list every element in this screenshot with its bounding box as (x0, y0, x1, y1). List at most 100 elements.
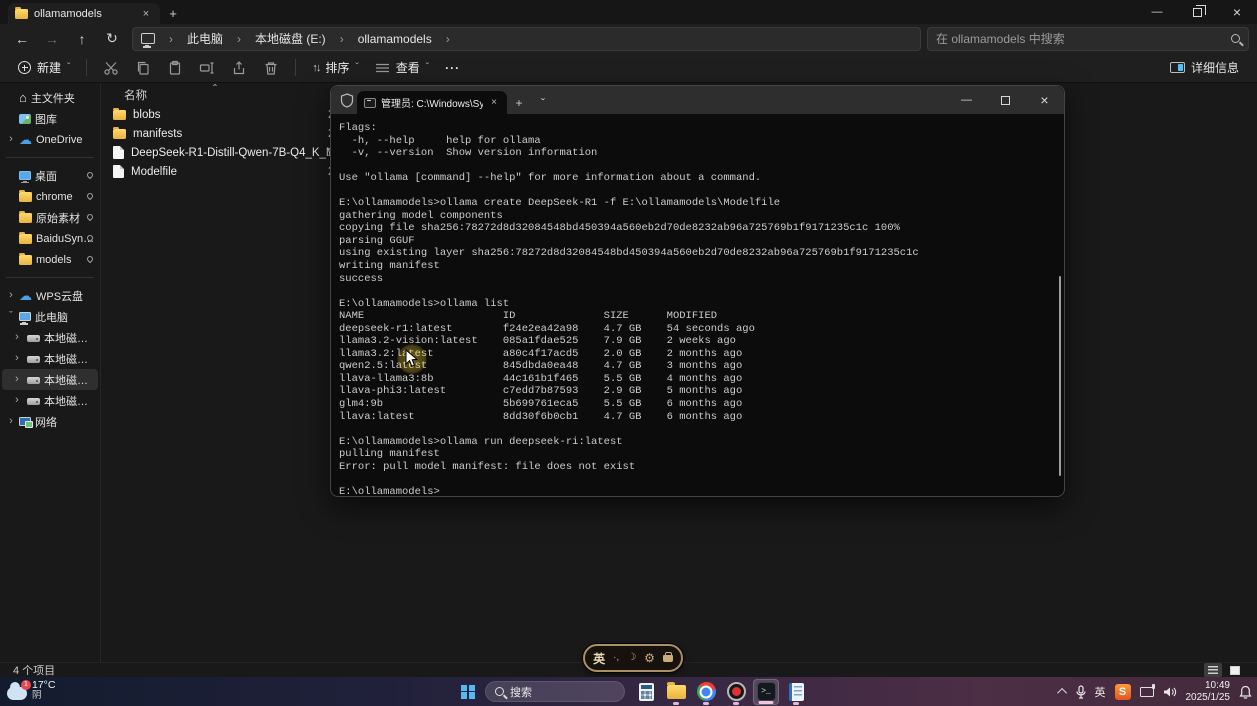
cut-button[interactable] (97, 56, 125, 80)
sort-button[interactable]: ↑↓ 排序 ˇ (304, 55, 366, 80)
view-button[interactable]: 查看 ˇ (367, 55, 437, 80)
chevron-right-icon[interactable]: › (11, 352, 23, 364)
item-count: 4 个项目 (13, 662, 55, 678)
pin-icon (86, 171, 94, 179)
forward-button[interactable]: → (38, 27, 66, 51)
search-icon (1231, 34, 1240, 43)
sidebar-item-wps-cloud[interactable]: › ☁ WPS云盘 (2, 285, 98, 306)
terminal-new-tab-button[interactable]: + (507, 91, 531, 114)
more-options-button[interactable]: ··· (437, 57, 468, 79)
chevron-right-icon[interactable]: › (11, 394, 23, 406)
explorer-close-button[interactable]: × (1217, 0, 1257, 24)
ime-language-indicator[interactable]: 英 (1095, 684, 1106, 700)
terminal-scrollbar[interactable] (1059, 276, 1061, 476)
thumbnail-view-button[interactable] (1226, 663, 1244, 677)
chevron-right-icon[interactable]: › (5, 289, 17, 301)
terminal-minimize-button[interactable]: — (947, 86, 986, 114)
tab-close-icon[interactable]: × (139, 8, 153, 20)
weather-widget[interactable]: 1 17°C 阴 (7, 679, 55, 702)
terminal-tab-dropdown-button[interactable]: ˇ (531, 91, 555, 114)
screen: { "colors": { "folder_accent": "#ecb53e"… (0, 0, 1257, 706)
explorer-search-box[interactable] (927, 27, 1249, 51)
sidebar-item-network[interactable]: › 网络 (2, 411, 98, 432)
tray-date: 2025/1/25 (1186, 692, 1231, 703)
taskbar-notepad-button[interactable] (783, 679, 809, 705)
chevron-down-icon[interactable]: ˇ (5, 310, 17, 322)
share-button[interactable] (225, 56, 253, 80)
terminal-maximize-button[interactable] (986, 86, 1025, 114)
copy-button[interactable] (129, 56, 157, 80)
terminal-title-bar[interactable]: 管理员: C:\Windows\System32 × + ˇ — × (331, 86, 1064, 114)
chevron-right-icon[interactable]: › (5, 415, 17, 427)
breadcrumb-this-pc[interactable]: 此电脑 (183, 29, 227, 48)
ime-settings-gear-icon[interactable]: ⚙ (644, 652, 655, 664)
terminal-tab-close-icon[interactable]: × (488, 97, 500, 108)
start-button[interactable] (455, 679, 481, 705)
file-name: blobs (133, 109, 161, 121)
explorer-minimize-button[interactable]: — (1137, 0, 1177, 24)
clock[interactable]: 10:49 2025/1/25 (1186, 680, 1231, 704)
taskbar-search-box[interactable]: 搜索 (485, 681, 625, 702)
sogou-ime-icon[interactable]: S (1115, 684, 1131, 700)
folder-icon (19, 192, 32, 202)
sidebar-item-onedrive[interactable]: › ☁ OneDrive (2, 129, 98, 150)
chevron-right-icon[interactable]: › (11, 373, 23, 385)
breadcrumb[interactable]: › 此电脑 › 本地磁盘 (E:) › ollamamodels › (132, 27, 921, 51)
cast-display-icon[interactable] (1140, 687, 1154, 697)
terminal-tab[interactable]: 管理员: C:\Windows\System32 × (357, 91, 507, 114)
breadcrumb-ollamamodels[interactable]: ollamamodels (354, 31, 436, 47)
sidebar-item-gallery[interactable]: 图库 (2, 108, 98, 129)
system-tray: 英 S 10:49 2025/1/25 (1060, 677, 1253, 706)
details-view-button[interactable] (1204, 663, 1222, 677)
terminal-output[interactable]: Flags: -h, --help help for ollama -v, --… (331, 114, 1064, 496)
new-button[interactable]: 新建 ˇ (10, 55, 78, 80)
explorer-tab-bar: ollamamodels × + — × (0, 0, 1257, 24)
hidden-icons-chevron-icon[interactable] (1057, 688, 1067, 698)
sidebar-item-yuanshisucai[interactable]: 原始素材 (2, 207, 98, 228)
explorer-search-input[interactable] (936, 32, 1231, 46)
ime-mode-english[interactable]: 英 (593, 650, 605, 667)
sidebar-item-desktop[interactable]: 桌面 (2, 165, 98, 186)
back-button[interactable]: ← (8, 27, 36, 51)
explorer-restore-button[interactable] (1177, 0, 1217, 24)
toolbar-separator (295, 59, 296, 76)
explorer-tab[interactable]: ollamamodels × (8, 3, 160, 24)
sidebar-item-drive-e[interactable]: › 本地磁盘 (E:) (2, 369, 98, 390)
chevron-right-icon[interactable]: › (5, 133, 17, 145)
speaker-icon[interactable] (1163, 686, 1177, 698)
taskbar-file-explorer-button[interactable] (663, 679, 689, 705)
sidebar-item-home[interactable]: ⌂ 主文件夹 (2, 87, 98, 108)
sidebar-item-drive-f[interactable]: › 本地磁盘 (F:) (2, 390, 98, 411)
breadcrumb-drive-e[interactable]: 本地磁盘 (E:) (251, 29, 330, 48)
ime-moon-icon[interactable]: ☽ (627, 653, 636, 663)
terminal-close-button[interactable]: × (1025, 86, 1064, 114)
ime-punctuation-icon[interactable]: ·, (613, 653, 619, 663)
screen-recorder-icon (727, 682, 746, 701)
sidebar-item-this-pc[interactable]: ˇ 此电脑 (2, 306, 98, 327)
chevron-right-icon[interactable]: › (11, 331, 23, 343)
taskbar-recorder-button[interactable] (723, 679, 749, 705)
chrome-icon (697, 682, 716, 701)
taskbar-chrome-button[interactable] (693, 679, 719, 705)
microphone-icon[interactable] (1076, 685, 1086, 699)
up-button[interactable]: ↑ (68, 27, 96, 51)
sidebar-item-drive-d[interactable]: › 本地磁盘 (D:) (2, 348, 98, 369)
new-tab-button[interactable]: + (160, 3, 186, 24)
delete-button[interactable] (257, 56, 285, 80)
taskbar-terminal-button[interactable]: >_ (753, 679, 779, 705)
sidebar-item-baidusyncdisk[interactable]: BaiduSyncdisk (2, 228, 98, 249)
notification-bell-icon[interactable] (1239, 685, 1252, 699)
sidebar-item-chrome[interactable]: chrome (2, 186, 98, 207)
refresh-button[interactable]: ↻ (98, 27, 126, 51)
taskbar-calculator-button[interactable] (633, 679, 659, 705)
weather-condition: 阴 (32, 691, 55, 702)
ime-toolbox-icon[interactable] (663, 655, 673, 662)
paste-button[interactable] (161, 56, 189, 80)
details-pane-toggle[interactable]: 详细信息 (1162, 55, 1247, 80)
ime-toolbar[interactable]: 英 ·, ☽ ⚙ (583, 644, 683, 672)
sidebar-item-drive-c[interactable]: › 本地磁盘 (C:) (2, 327, 98, 348)
sidebar-item-models[interactable]: models (2, 249, 98, 270)
rename-button[interactable] (193, 56, 221, 80)
cut-icon (103, 60, 119, 76)
pin-icon (86, 213, 94, 221)
